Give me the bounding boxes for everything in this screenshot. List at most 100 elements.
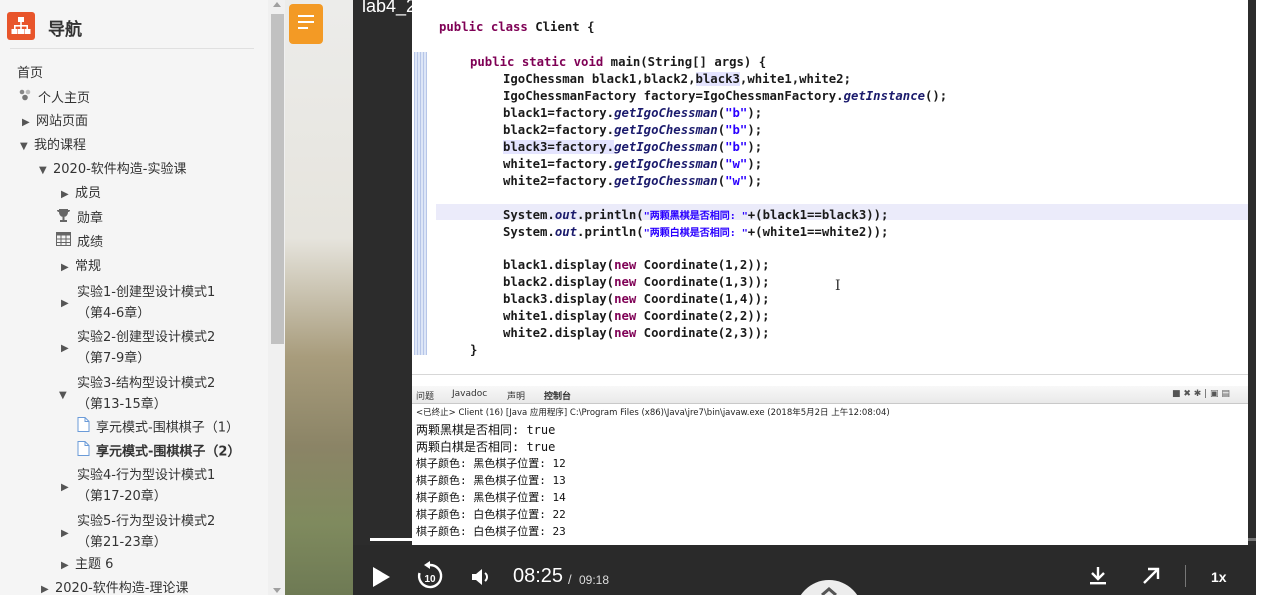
progress-bar[interactable]	[370, 538, 1256, 541]
code-line-display: black2.display(new Coordinate(1,3));	[503, 275, 770, 289]
nav-course-lab[interactable]: ▼ 2020-软件构造-实验课	[39, 160, 186, 181]
nav-general-label: 常规	[75, 259, 102, 274]
nav-lab3[interactable]: 实验3-结构型设计模式2（第13-15章）	[77, 373, 237, 415]
code-text: Coordinate(2,3));	[636, 326, 770, 340]
code-text: black1.display(	[503, 258, 615, 272]
volume-icon[interactable]	[470, 566, 492, 592]
editor-separator	[412, 374, 1248, 375]
nav-lab4-label: 实验4-行为型设计模式1（第17-20章）	[77, 468, 216, 504]
console-output-line: 棋子颜色: 黑色棋子位置: 14	[416, 491, 566, 504]
caret-down-icon: ▼	[59, 390, 67, 401]
nav-badges[interactable]: 勋章	[56, 208, 103, 229]
nav-lab1[interactable]: 实验1-创建型设计模式1（第4-6章）	[77, 282, 237, 324]
course-navigation-sidebar: 导航 首页 个人主页 ▶ 网站页面 ▼ 我的课程 ▼ 2020-软件构造-实验课 ▶ 成…	[0, 0, 268, 595]
console-output-line: 两颗黑棋是否相同: true	[416, 423, 556, 437]
nav-lab5-label: 实验5-行为型设计模式2（第21-23章）	[77, 514, 216, 550]
caret-right-icon: ▶	[61, 343, 69, 354]
code-line-declare: IgoChessman black1,black2,black3,white1,…	[503, 72, 851, 86]
nav-lesson-flyweight-1[interactable]: 享元模式-围棋棋子（1）	[77, 417, 239, 439]
caret-right-icon: ▶	[61, 262, 69, 273]
code-text: System.	[503, 208, 555, 222]
code-keyword: public static void	[470, 55, 604, 69]
code-text: );	[747, 106, 763, 120]
expand-icon[interactable]	[1140, 565, 1162, 591]
code-line-display: black3.display(new Coordinate(1,4));	[503, 292, 770, 306]
video-frame: public class Client { public static void…	[412, 0, 1248, 545]
code-line-assign: black3=factory.getIgoChessman("b");	[503, 140, 763, 154]
code-text: ();	[925, 89, 948, 103]
tab-problems[interactable]: 问题	[416, 389, 434, 402]
nav-lab2[interactable]: 实验2-创建型设计模式2（第7-9章）	[77, 327, 237, 369]
nav-profile[interactable]: 个人主页	[18, 88, 90, 109]
code-text: Coordinate(1,3));	[636, 275, 770, 289]
code-field: out	[554, 208, 578, 222]
caret-right-icon: ▶	[61, 482, 69, 493]
code-field: out	[554, 225, 578, 239]
nav-my-courses[interactable]: ▼ 我的课程	[20, 136, 86, 157]
nav-topic6-label: 主题 6	[75, 557, 114, 572]
tab-console[interactable]: 控制台	[544, 389, 571, 402]
code-text: Client {	[527, 20, 595, 34]
sidebar-scrollbar-thumb[interactable]	[271, 14, 284, 344]
play-icon[interactable]	[371, 566, 391, 592]
code-method: getIgoChessman	[614, 140, 718, 154]
nav-lab5-caret[interactable]: ▶	[61, 523, 75, 544]
caret-right-icon: ▶	[22, 117, 30, 128]
nav-grades[interactable]: 成绩	[56, 232, 103, 253]
code-text: black2.display(	[503, 275, 615, 289]
scroll-down-arrow-icon[interactable]	[273, 588, 281, 593]
nav-lab2-caret[interactable]: ▶	[61, 338, 75, 359]
console-output-line: 两颗白棋是否相同: true	[416, 440, 556, 454]
download-icon[interactable]	[1087, 565, 1109, 591]
scroll-up-arrow-icon[interactable]	[273, 2, 281, 7]
page-icon	[77, 417, 90, 439]
table-of-contents-button[interactable]	[289, 4, 323, 44]
nav-lesson-flyweight-2-active[interactable]: 享元模式-围棋棋子（2）	[77, 441, 240, 463]
console-process-info: <已终止> Client (16) [Java 应用程序] C:\Program…	[416, 408, 890, 418]
code-text: +(black1==black3));	[747, 208, 889, 222]
video-title: lab4_2(2)	[362, 0, 439, 16]
caret-right-icon: ▶	[61, 298, 69, 309]
console-output-line: 棋子颜色: 黑色棋子位置: 12	[416, 457, 566, 470]
code-text: Coordinate(2,2));	[636, 309, 770, 323]
code-text: black3.display(	[503, 292, 615, 306]
nav-topic6[interactable]: ▶ 主题 6	[61, 555, 113, 576]
code-keyword: new	[614, 326, 637, 340]
nav-general[interactable]: ▶ 常规	[61, 257, 101, 278]
control-divider	[1185, 565, 1186, 587]
playback-speed-button[interactable]: 1x	[1211, 569, 1227, 585]
nav-lab3-caret[interactable]: ▼	[59, 385, 73, 406]
nav-lab5[interactable]: 实验5-行为型设计模式2（第21-23章）	[77, 511, 237, 553]
code-text: );	[747, 140, 763, 154]
code-line-factory: IgoChessmanFactory factory=IgoChessmanFa…	[503, 89, 947, 103]
code-line-assign: black2=factory.getIgoChessman("b");	[503, 123, 763, 137]
tab-declaration[interactable]: 声明	[507, 389, 525, 402]
code-line-print: System.out.println("两颗黑棋是否相同: "+(black1=…	[503, 207, 888, 222]
nav-course-theory[interactable]: ▶ 2020-软件构造-理论课	[41, 579, 188, 595]
code-text: .println(	[577, 208, 644, 222]
code-string: "w"	[725, 174, 748, 188]
code-keyword: new	[614, 292, 637, 306]
nav-lab4-caret[interactable]: ▶	[61, 477, 75, 498]
nav-lesson-flyweight-1-label: 享元模式-围棋棋子（1）	[96, 420, 239, 436]
nav-site-pages[interactable]: ▶ 网站页面	[22, 112, 88, 133]
code-text: .println(	[577, 225, 644, 239]
console-output-line: 棋子颜色: 白色棋子位置: 22	[416, 508, 566, 521]
nav-lab1-caret[interactable]: ▶	[61, 293, 75, 314]
console-output-line: 棋子颜色: 黑色棋子位置: 13	[416, 474, 566, 487]
rewind-10-icon[interactable]: 10	[415, 561, 445, 595]
nav-lab4[interactable]: 实验4-行为型设计模式1（第17-20章）	[77, 465, 237, 507]
code-line-print: System.out.println("两颗白棋是否相同: "+(white1=…	[503, 224, 888, 239]
code-method: getIgoChessman	[614, 106, 718, 120]
code-string: "b"	[725, 123, 748, 137]
nav-members[interactable]: ▶ 成员	[61, 184, 101, 205]
code-text: IgoChessmanFactory factory=IgoChessmanFa…	[503, 89, 844, 103]
nav-lab2-label: 实验2-创建型设计模式2（第7-9章）	[77, 330, 216, 366]
tab-javadoc[interactable]: Javadoc	[452, 389, 487, 399]
video-player[interactable]: public class Client { public static void…	[353, 0, 1256, 595]
sidebar-title: 导航	[48, 20, 82, 40]
nav-home[interactable]: 首页	[17, 64, 43, 84]
console-toolbar-icons: ■ ✖ ✱ | ▣ ▤	[1172, 389, 1230, 399]
code-line-display: white2.display(new Coordinate(2,3));	[503, 326, 770, 340]
code-text: black3=factory.	[503, 140, 615, 154]
